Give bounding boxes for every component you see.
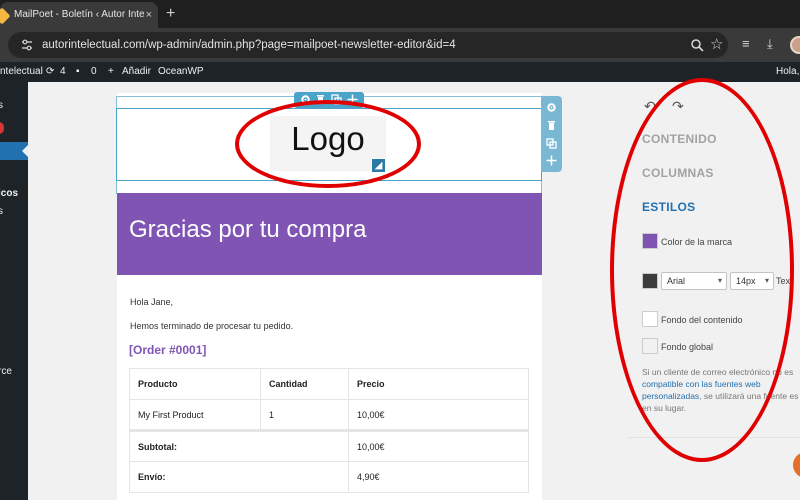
oceanwp-link[interactable]: OceanWP — [158, 62, 204, 82]
column-settings-gear-icon[interactable] — [546, 102, 557, 113]
comments-icon[interactable]: ▪ — [76, 62, 80, 82]
section-styles-tab[interactable]: ESTILOS — [642, 200, 695, 214]
text-style-label: Text — [776, 276, 793, 286]
new-tab-icon[interactable]: + — [166, 3, 175, 25]
shipping-row: Envío: 4,90€ — [129, 461, 529, 493]
url-field[interactable]: autorintelectual.com/wp-admin/admin.php?… — [8, 32, 728, 58]
content-background-label: Fondo del contenido — [661, 315, 743, 325]
table-row: My First Product 1 10,00€ — [129, 399, 529, 431]
zoom-icon[interactable] — [690, 38, 704, 52]
menu-item-graphics-sub[interactable]: s — [0, 206, 3, 217]
column-move-drag-icon[interactable] — [546, 155, 557, 166]
column-header-product: Producto — [129, 368, 261, 400]
move-drag-icon[interactable] — [347, 94, 358, 105]
notification-badge — [0, 122, 4, 134]
column-header-quantity: Cantidad — [260, 368, 349, 400]
subtotal-value: 10,00€ — [348, 429, 529, 462]
email-greeting[interactable]: Hola Jane, — [130, 297, 173, 307]
menu-item-graphics[interactable]: icos — [0, 188, 18, 199]
font-size-select[interactable]: 14px ▾ — [730, 272, 774, 290]
browser-address-bar: autorintelectual.com/wp-admin/admin.php?… — [0, 28, 800, 62]
column-delete-trash-icon[interactable] — [546, 120, 557, 131]
table-header-row: Producto Cantidad Precio — [129, 368, 529, 400]
chevron-down-icon: ▾ — [764, 276, 769, 285]
logo-resize-handle-icon[interactable] — [371, 158, 386, 173]
shipping-label: Envío: — [129, 461, 349, 493]
text-color-swatch[interactable] — [642, 273, 658, 289]
reading-list-icon[interactable]: ≡ — [742, 36, 750, 51]
site-info-icon[interactable] — [20, 38, 34, 52]
account-greeting[interactable]: Hola, — [776, 62, 799, 82]
settings-gear-icon[interactable] — [300, 94, 311, 105]
url-text[interactable]: autorintelectual.com/wp-admin/admin.php?… — [42, 32, 456, 58]
font-family-value: Arial — [667, 276, 686, 286]
mailpoet-favicon-icon — [0, 7, 11, 25]
redo-icon[interactable]: ↷ — [672, 98, 684, 115]
subtotal-label: Subtotal: — [129, 429, 349, 462]
column-side-toolbar — [541, 96, 562, 172]
add-new-icon[interactable]: + — [108, 62, 114, 82]
comments-count[interactable]: 0 — [91, 62, 97, 82]
updates-icon[interactable]: ⟳ — [46, 62, 54, 82]
note-text-start: Si un cliente de correo electrónico no e… — [642, 367, 794, 377]
order-number-link[interactable]: [Order #0001] — [129, 343, 206, 357]
download-icon[interactable]: ⤓ — [767, 36, 773, 52]
shipping-value: 4,90€ — [348, 461, 529, 493]
order-table: Producto Cantidad Precio My First Produc… — [129, 368, 529, 493]
site-name-link[interactable]: ntelectual — [0, 62, 43, 82]
subtotal-row: Subtotal: 10,00€ — [129, 429, 529, 462]
content-background-swatch[interactable] — [642, 311, 658, 327]
section-columns-tab[interactable]: COLUMNAS — [642, 166, 714, 180]
web-font-note: Si un cliente de correo electrónico no e… — [642, 366, 800, 414]
wp-admin-menu: s icos s rce — [0, 82, 28, 500]
block-toolbar — [294, 92, 364, 108]
updates-count[interactable]: 4 — [60, 62, 66, 82]
cell-quantity: 1 — [260, 399, 349, 431]
profile-avatar[interactable] — [790, 36, 800, 54]
tab-title: MailPoet - Boletín ‹ Autor Inte — [14, 9, 145, 20]
delete-trash-icon[interactable] — [315, 94, 326, 105]
menu-item-top[interactable]: s — [0, 100, 3, 111]
font-family-select[interactable]: Arial ▾ — [661, 272, 727, 290]
add-new-link[interactable]: Añadir — [122, 62, 151, 82]
logo-text: Logo — [291, 120, 365, 157]
email-header-title[interactable]: Gracias por tu compra — [129, 216, 366, 244]
bookmark-star-icon[interactable]: ☆ — [710, 35, 723, 53]
duplicate-icon[interactable] — [331, 94, 342, 105]
font-size-value: 14px — [736, 276, 756, 286]
browser-tab-bar: MailPoet - Boletín ‹ Autor Inte × + — [0, 0, 800, 28]
chevron-down-icon: ▾ — [717, 276, 722, 285]
cell-price: 10,00€ — [348, 399, 529, 431]
panel-divider — [628, 437, 800, 438]
global-background-swatch[interactable] — [642, 338, 658, 354]
browser-tab[interactable]: MailPoet - Boletín ‹ Autor Inte × — [0, 2, 158, 28]
menu-item-commerce[interactable]: rce — [0, 366, 12, 377]
email-intro-text[interactable]: Hemos terminado de procesar tu pedido. — [130, 321, 293, 331]
brand-color-label: Color de la marca — [661, 237, 733, 247]
global-background-label: Fondo global — [661, 342, 714, 352]
column-duplicate-icon[interactable] — [546, 138, 557, 149]
close-tab-icon[interactable]: × — [146, 2, 152, 28]
section-content-tab[interactable]: CONTENIDO — [642, 132, 717, 146]
undo-icon[interactable]: ↶ — [644, 98, 656, 115]
wp-admin-bar: ntelectual ⟳ 4 ▪ 0 + Añadir OceanWP Hola… — [0, 62, 800, 82]
column-header-price: Precio — [348, 368, 529, 400]
cell-product: My First Product — [129, 399, 261, 431]
brand-color-swatch[interactable] — [642, 233, 658, 249]
